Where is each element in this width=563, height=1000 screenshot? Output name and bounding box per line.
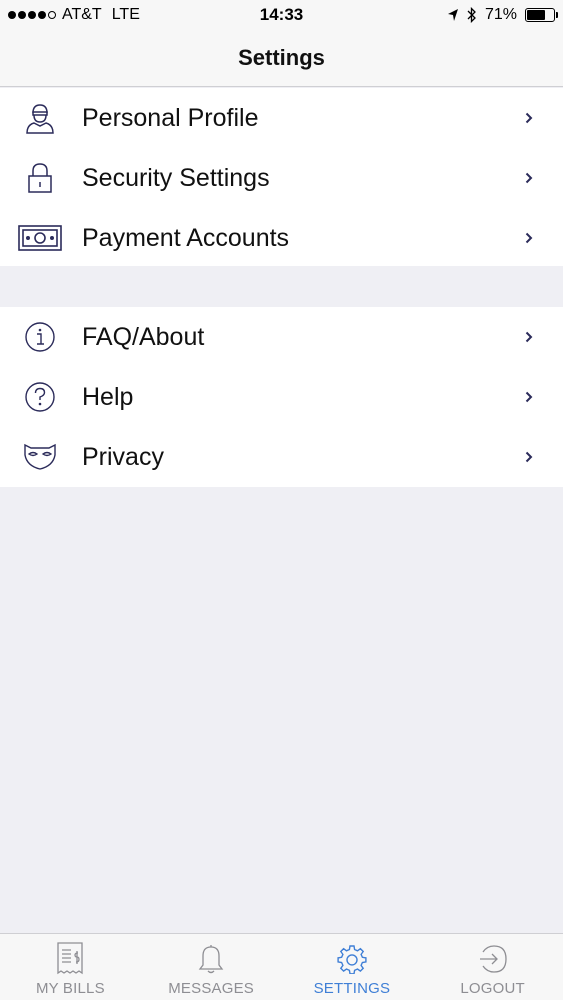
bluetooth-icon <box>467 7 476 23</box>
tab-my-bills[interactable]: MY BILLS <box>0 934 141 1000</box>
page-title: Settings <box>238 45 325 70</box>
navigation-bar: Settings <box>0 30 563 87</box>
tab-settings[interactable]: SETTINGS <box>282 934 423 1000</box>
tab-label: MY BILLS <box>35 980 105 997</box>
row-label: Privacy <box>82 442 164 471</box>
row-label: Help <box>82 382 134 411</box>
row-label: Payment Accounts <box>82 223 290 252</box>
battery-icon <box>525 8 558 22</box>
tab-label: LOGOUT <box>460 980 525 997</box>
status-bar: AT&T LTE 14:33 71% <box>0 0 563 30</box>
receipt-icon <box>56 942 84 976</box>
battery-fill <box>527 10 546 20</box>
chevron-right-icon <box>525 172 533 184</box>
settings-row-help[interactable]: Help <box>0 367 563 427</box>
status-right: 71% <box>447 6 558 24</box>
settings-row-personal-profile[interactable]: Personal Profile <box>0 88 563 148</box>
location-arrow-icon <box>447 9 458 21</box>
settings-group-info: FAQ/About Help Privacy <box>0 307 563 487</box>
row-label: FAQ/About <box>82 322 205 351</box>
mask-icon <box>18 439 62 475</box>
settings-row-payment-accounts[interactable]: Payment Accounts <box>0 208 563 268</box>
tab-bar: MY BILLS MESSAGES SETTINGS LOGOUT <box>0 933 563 1000</box>
settings-row-faq-about[interactable]: FAQ/About <box>0 307 563 367</box>
tab-logout[interactable]: LOGOUT <box>422 934 563 1000</box>
settings-group-account: Personal Profile Security Settings Payme… <box>0 88 563 266</box>
info-icon <box>18 319 62 355</box>
chevron-right-icon <box>525 112 533 124</box>
settings-row-privacy[interactable]: Privacy <box>0 427 563 487</box>
row-label: Personal Profile <box>82 103 259 132</box>
question-icon <box>18 379 62 415</box>
battery-percent: 71% <box>484 6 517 23</box>
chevron-right-icon <box>525 451 533 463</box>
row-label: Security Settings <box>82 163 270 192</box>
bell-icon <box>197 942 225 976</box>
settings-row-security-settings[interactable]: Security Settings <box>0 148 563 208</box>
tab-label: MESSAGES <box>168 980 255 997</box>
lock-icon <box>18 160 62 196</box>
gear-icon <box>337 942 367 976</box>
chevron-right-icon <box>525 391 533 403</box>
tab-label: SETTINGS <box>313 980 391 997</box>
chevron-right-icon <box>525 232 533 244</box>
money-icon <box>18 220 62 256</box>
tab-messages[interactable]: MESSAGES <box>141 934 282 1000</box>
chevron-right-icon <box>525 331 533 343</box>
logout-icon <box>477 942 509 976</box>
person-icon <box>18 100 62 136</box>
